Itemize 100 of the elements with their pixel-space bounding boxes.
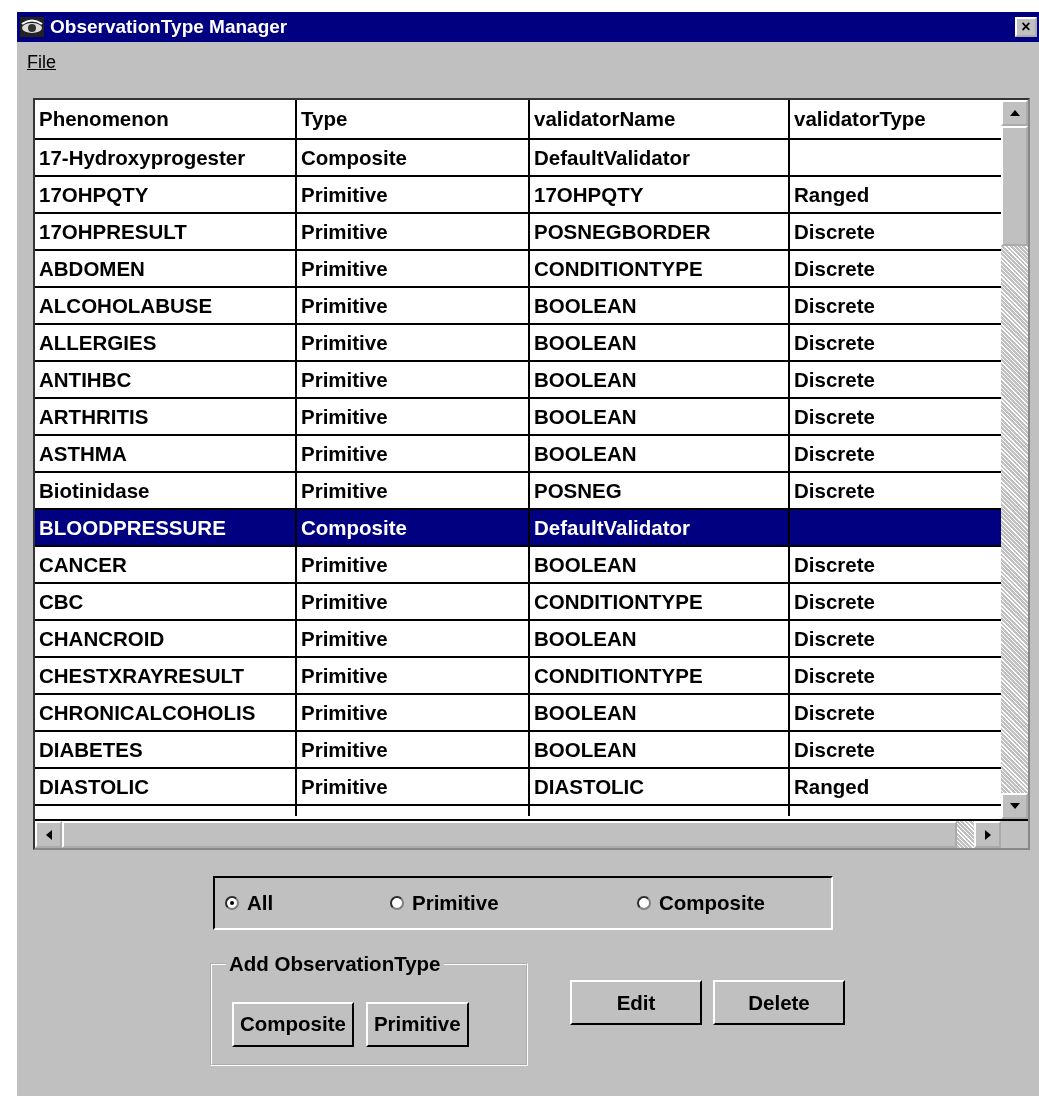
action-button[interactable]: Delete: [713, 980, 845, 1025]
table-cell: Primitive: [297, 547, 530, 582]
table-cell: BOOLEAN: [530, 288, 790, 323]
table-cell: Primitive: [297, 769, 530, 804]
table-row[interactable]: CHESTXRAYRESULT Primitive CONDITIONTYPE Discrete: [35, 658, 1001, 695]
table-cell: Primitive: [297, 288, 530, 323]
table-cell: Primitive: [297, 473, 530, 508]
radio-button[interactable]: [225, 896, 239, 910]
table-cell: CHRONICALCOHOLIS: [35, 695, 297, 730]
scroll-up-button[interactable]: [1001, 100, 1028, 126]
close-button[interactable]: ×: [1015, 17, 1037, 37]
table-cell: ABDOMEN: [35, 251, 297, 286]
table-cell: DefaultValidator: [530, 140, 790, 175]
scroll-down-button[interactable]: [1001, 793, 1028, 819]
table-cell: ASTHMA: [35, 436, 297, 471]
table-cell: DIASTOLIC: [35, 769, 297, 804]
table-cell: BOOLEAN: [530, 436, 790, 471]
table-cell: Primitive: [297, 621, 530, 656]
scroll-left-button[interactable]: [35, 821, 62, 848]
table-cell: Primitive: [297, 584, 530, 619]
table-cell: DefaultValidator: [530, 510, 790, 545]
table-row[interactable]: CHANCROID Primitive BOOLEAN Discrete: [35, 621, 1001, 658]
table-cell: Biotinidase: [35, 473, 297, 508]
table-cell: CBC: [35, 584, 297, 619]
table-row[interactable]: 17-Hydroxyprogester Composite DefaultValidator: [35, 140, 1001, 177]
table-row[interactable]: CANCER Primitive BOOLEAN Discrete: [35, 547, 1001, 584]
table-row[interactable]: CHRONICALCOHOLIS Primitive BOOLEAN Discrete: [35, 695, 1001, 732]
table-cell: Primitive: [297, 399, 530, 434]
table-row[interactable]: ALLERGIES Primitive BOOLEAN Discrete: [35, 325, 1001, 362]
table-cell: CHESTXRAYRESULT: [35, 658, 297, 693]
column-header[interactable]: Phenomenon: [35, 100, 297, 138]
table-cell: Primitive: [297, 325, 530, 360]
table-cell: Primitive: [297, 251, 530, 286]
table-row[interactable]: BLOODPRESSURE Composite DefaultValidator: [35, 510, 1001, 547]
table-cell: ANTIHBC: [35, 362, 297, 397]
table-row[interactable]: 17OHPRESULT Primitive POSNEGBORDER Discrete: [35, 214, 1001, 251]
table-cell: BOOLEAN: [530, 695, 790, 730]
table-row[interactable]: ARTHRITIS Primitive BOOLEAN Discrete: [35, 399, 1001, 436]
table-cell: POSNEG: [530, 473, 790, 508]
table-cell: BOOLEAN: [530, 325, 790, 360]
table-cell: ALLERGIES: [35, 325, 297, 360]
table-cell: CONDITIONTYPE: [530, 584, 790, 619]
action-button[interactable]: Edit: [570, 980, 702, 1025]
menu-item[interactable]: File: [27, 51, 56, 73]
table-cell: Primitive: [297, 436, 530, 471]
table-cell: Composite: [297, 510, 530, 545]
table-cell: 17OHPQTY: [530, 177, 790, 212]
radio-label: All: [247, 891, 274, 915]
table-cell: POSNEGBORDER: [530, 214, 790, 249]
radio-option[interactable]: All: [225, 891, 390, 915]
column-header[interactable]: validatorName: [530, 100, 790, 138]
add-button[interactable]: Primitive: [365, 1001, 469, 1047]
vertical-scrollbar[interactable]: [1001, 100, 1028, 819]
up-arrow-icon: [1008, 109, 1021, 117]
table-row[interactable]: ASTHMA Primitive BOOLEAN Discrete: [35, 436, 1001, 473]
left-arrow-icon: [44, 828, 53, 841]
table-row[interactable]: 17OHPQTY Primitive 17OHPQTY Ranged: [35, 177, 1001, 214]
window-title: ObservationType Manager: [50, 16, 288, 38]
table-cell: ARTHRITIS: [35, 399, 297, 434]
table-row[interactable]: DIABETES Primitive BOOLEAN Discrete: [35, 732, 1001, 769]
table-cell: BOOLEAN: [530, 732, 790, 767]
scroll-thumb[interactable]: [1001, 126, 1028, 246]
table-cell: BOOLEAN: [530, 399, 790, 434]
radio-option[interactable]: Composite: [637, 891, 765, 915]
table-row[interactable]: CBC Primitive CONDITIONTYPE Discrete: [35, 584, 1001, 621]
table-row[interactable]: ALCOHOLABUSE Primitive BOOLEAN Discrete: [35, 288, 1001, 325]
scroll-thumb[interactable]: [62, 821, 957, 848]
horizontal-scrollbar[interactable]: [35, 819, 1028, 848]
table-cell: Primitive: [297, 177, 530, 212]
table-cell: CONDITIONTYPE: [530, 658, 790, 693]
table-cell: BLOODPRESSURE: [35, 510, 297, 545]
table-cell: CONDITIONTYPE: [530, 251, 790, 286]
table-cell: Composite: [297, 140, 530, 175]
table-cell: Primitive: [297, 658, 530, 693]
table-cell: Primitive: [297, 695, 530, 730]
radio-button[interactable]: [637, 896, 651, 910]
right-arrow-icon: [983, 828, 992, 841]
table-cell: DIASTOLIC: [530, 769, 790, 804]
radio-button[interactable]: [390, 896, 404, 910]
radio-label: Primitive: [412, 891, 499, 915]
column-header[interactable]: Type: [297, 100, 530, 138]
down-arrow-icon: [1008, 802, 1021, 810]
table-cell: Primitive: [297, 214, 530, 249]
table-cell: CHANCROID: [35, 621, 297, 656]
eye-icon: [20, 17, 44, 37]
table-cell: 17-Hydroxyprogester: [35, 140, 297, 175]
scroll-right-button[interactable]: [974, 821, 1001, 848]
radio-option[interactable]: Primitive: [390, 891, 637, 915]
table-cell: 17OHPRESULT: [35, 214, 297, 249]
add-button[interactable]: Composite: [232, 1001, 354, 1047]
table-row[interactable]: DIASTOLIC Primitive DIASTOLIC Ranged: [35, 769, 1001, 806]
table-cell: ALCOHOLABUSE: [35, 288, 297, 323]
table-row[interactable]: ANTIHBC Primitive BOOLEAN Discrete: [35, 362, 1001, 399]
table-cell: Primitive: [297, 732, 530, 767]
table-row[interactable]: ABDOMEN Primitive CONDITIONTYPE Discrete: [35, 251, 1001, 288]
table-cell: DIABETES: [35, 732, 297, 767]
table-cell: BOOLEAN: [530, 621, 790, 656]
table-cell: Primitive: [297, 362, 530, 397]
table-cell: BOOLEAN: [530, 547, 790, 582]
group-title: Add ObservationType: [228, 952, 442, 976]
